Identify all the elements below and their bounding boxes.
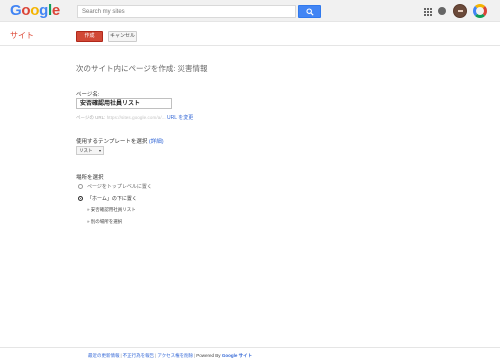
logo-letter: o bbox=[21, 2, 31, 19]
recent-activity-link[interactable]: 最近の更新情報 bbox=[88, 353, 120, 358]
template-select-value: リスト bbox=[79, 148, 93, 153]
footer-links: 最近の更新情報|不正行為を報告|アクセス権を削除|Powered By Goog… bbox=[88, 353, 253, 358]
logo-letter: o bbox=[30, 2, 40, 19]
template-label: 使用するテンプレートを選択 bbox=[76, 139, 148, 145]
tree-item-current-page: » 安否確認用社員リスト bbox=[87, 207, 136, 212]
page-url-row: ページの URL: https://sites.google.com/a/...… bbox=[76, 114, 193, 121]
apps-grid-icon[interactable] bbox=[424, 8, 432, 16]
footer: 最近の更新情報|不正行為を報告|アクセス権を削除|Powered By Goog… bbox=[0, 347, 500, 362]
sites-title[interactable]: サイト bbox=[10, 30, 34, 41]
radio-top-level[interactable] bbox=[78, 184, 83, 189]
template-label-row: 使用するテンプレートを選択 (詳細) bbox=[76, 137, 164, 145]
chevron-down-icon: ▾ bbox=[98, 148, 101, 153]
powered-by-text: Powered By bbox=[196, 353, 221, 358]
search-button[interactable] bbox=[298, 5, 321, 18]
template-detail-link[interactable]: (詳細) bbox=[149, 139, 164, 145]
location-label: 場所を選択 bbox=[76, 175, 104, 181]
report-abuse-link[interactable]: 不正行為を報告 bbox=[123, 353, 155, 358]
search-icon bbox=[306, 8, 314, 16]
radio-under-home[interactable] bbox=[78, 196, 83, 201]
url-prefix: ページの URL: bbox=[76, 115, 106, 120]
page-name-label: ページ名: bbox=[76, 92, 100, 98]
choose-other-location-link[interactable]: » 別の場所を選択 bbox=[87, 219, 122, 225]
url-value: https://sites.google.com/a/... bbox=[106, 115, 166, 120]
change-url-link[interactable]: URL を変更 bbox=[167, 115, 193, 121]
notifications-icon[interactable] bbox=[438, 7, 446, 15]
page-name-field[interactable]: 安否確認用社員リスト bbox=[76, 98, 172, 109]
search-input[interactable]: Search my sites bbox=[77, 5, 296, 18]
radio-top-level-label: ページをトップレベルに置く bbox=[87, 184, 152, 190]
google-account-ring-icon[interactable] bbox=[473, 4, 487, 18]
google-sites-link[interactable]: Google サイト bbox=[222, 353, 252, 358]
create-button[interactable]: 作成 bbox=[76, 31, 103, 42]
logo-letter: g bbox=[39, 2, 48, 19]
page-title: 次のサイト内にページを作成: 災害情報 bbox=[76, 64, 208, 73]
cancel-button[interactable]: キャンセル bbox=[108, 31, 137, 42]
remove-access-link[interactable]: アクセス権を削除 bbox=[157, 353, 193, 358]
avatar[interactable] bbox=[453, 4, 467, 18]
action-bar: サイト 作成 キャンセル bbox=[0, 23, 500, 46]
top-bar: Google Search my sites bbox=[0, 0, 500, 22]
logo-letter: G bbox=[10, 2, 22, 19]
radio-under-home-label: 「ホーム」の下に置く bbox=[87, 196, 137, 202]
logo-letter: e bbox=[51, 2, 60, 19]
google-logo[interactable]: Google bbox=[10, 3, 60, 19]
template-select[interactable]: リスト ▾ bbox=[76, 146, 104, 155]
